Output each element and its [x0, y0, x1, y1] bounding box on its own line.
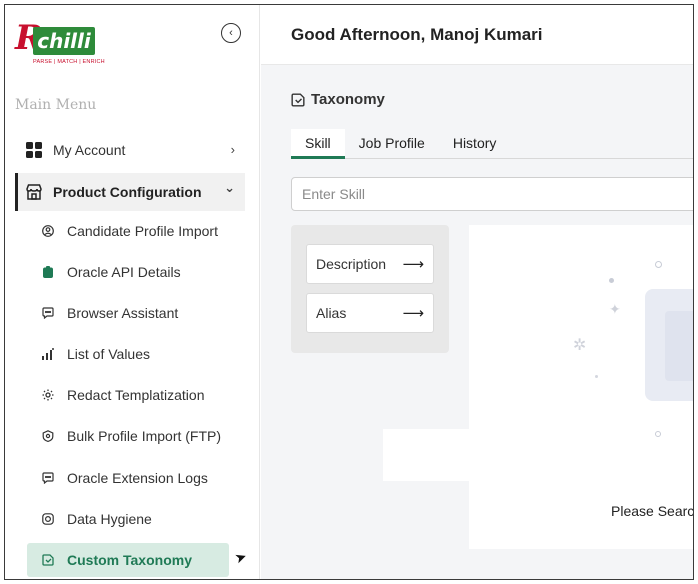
menu-heading: Main Menu — [15, 97, 97, 113]
skill-options-panel: Description ⟶ Alias ⟶ — [291, 225, 449, 353]
sidebar-subitem-data-hygiene[interactable]: Data Hygiene — [27, 502, 229, 536]
logo-word: chilli — [33, 27, 95, 55]
skill-search-input[interactable] — [291, 177, 693, 211]
tab-skill[interactable]: Skill — [291, 129, 345, 159]
grid-icon — [25, 141, 43, 159]
sidebar-subitem-candidate-profile-import[interactable]: Candidate Profile Import — [27, 214, 229, 248]
sidebar-subitem-label: Bulk Profile Import (FTP) — [67, 428, 222, 444]
target-icon — [41, 512, 55, 526]
main-content: Good Afternoon, Manoj Kumari Taxonomy Sk… — [261, 5, 693, 579]
sidebar-subitem-list-of-values[interactable]: List of Values — [27, 337, 229, 371]
gear-icon — [41, 388, 55, 402]
alias-button[interactable]: Alias ⟶ — [306, 293, 434, 333]
sidebar-subitem-label: Redact Templatization — [67, 387, 205, 403]
badge-icon — [41, 429, 55, 443]
sidebar-subitem-bulk-profile-import[interactable]: Bulk Profile Import (FTP) — [27, 419, 229, 453]
arrow-right-icon: ⟶ — [402, 256, 424, 273]
sparkle-icon: ✲ — [573, 337, 587, 354]
white-overlay — [383, 429, 473, 481]
sidebar-subitem-label: Custom Taxonomy — [67, 552, 192, 568]
user-circle-icon — [41, 224, 55, 238]
page-title: Taxonomy — [291, 91, 385, 108]
tab-job-profile[interactable]: Job Profile — [345, 129, 439, 159]
sidebar-subitem-label: Oracle Extension Logs — [67, 470, 208, 486]
sidebar-subitem-label: Oracle API Details — [67, 264, 181, 280]
collapse-sidebar-button[interactable]: ‹ — [221, 23, 241, 43]
sidebar-subitem-redact-templatization[interactable]: Redact Templatization — [27, 378, 229, 412]
tab-history[interactable]: History — [439, 129, 511, 159]
rchilli-logo[interactable]: R chilli PARSE | MATCH | ENRICH — [13, 19, 105, 71]
arrow-right-icon: ⟶ — [402, 305, 424, 322]
taxonomy-icon — [41, 553, 55, 567]
chart-icon — [41, 347, 55, 361]
sidebar-item-my-account[interactable]: My Account › — [15, 131, 245, 169]
sparkle-icon: ✦ — [609, 301, 621, 317]
results-area: ✦ ✲ — [469, 225, 693, 549]
sidebar-subitem-label: List of Values — [67, 346, 151, 362]
sidebar-subitem-label: Browser Assistant — [67, 305, 179, 321]
sidebar-subitem-oracle-api-details[interactable]: Oracle API Details — [27, 255, 229, 289]
mouse-cursor-icon: ➤ — [232, 547, 249, 567]
sidebar-subitem-custom-taxonomy[interactable]: Custom Taxonomy — [27, 543, 229, 577]
sidebar-subitem-browser-assistant[interactable]: Browser Assistant — [27, 296, 229, 330]
clipboard-icon — [41, 265, 55, 279]
chat-icon — [41, 306, 55, 320]
chevron-left-icon: ‹ — [229, 26, 233, 39]
decor-dot — [595, 375, 598, 378]
sidebar: R chilli PARSE | MATCH | ENRICH ‹ Main M… — [5, 5, 260, 579]
sidebar-item-product-configuration[interactable]: Product Configuration ⌄ — [15, 173, 245, 211]
page-title-text: Taxonomy — [311, 91, 385, 108]
logo-tagline: PARSE | MATCH | ENRICH — [33, 59, 105, 65]
chevron-down-icon: ⌄ — [224, 180, 235, 195]
taxonomy-tabs: Skill Job Profile History — [291, 129, 693, 159]
decor-dot — [655, 431, 661, 437]
decor-dot — [655, 261, 662, 268]
sidebar-subitem-label: Data Hygiene — [67, 511, 152, 527]
top-bar: Good Afternoon, Manoj Kumari — [261, 5, 693, 65]
taxonomy-icon — [291, 92, 305, 107]
chat-icon — [41, 471, 55, 485]
sidebar-item-label: My Account — [53, 142, 126, 158]
empty-state-text: Please Search — [611, 503, 694, 519]
decor-dot — [609, 278, 614, 283]
sidebar-item-label: Product Configuration — [53, 184, 202, 200]
chevron-right-icon: › — [230, 142, 235, 157]
greeting-text: Good Afternoon, Manoj Kumari — [291, 25, 543, 44]
store-icon — [25, 183, 43, 201]
description-button-label: Description — [316, 256, 387, 272]
empty-document-inner — [665, 311, 693, 381]
app-window: R chilli PARSE | MATCH | ENRICH ‹ Main M… — [4, 4, 694, 580]
sidebar-subitem-oracle-extension-logs[interactable]: Oracle Extension Logs — [27, 461, 229, 495]
description-button[interactable]: Description ⟶ — [306, 244, 434, 284]
alias-button-label: Alias — [316, 305, 347, 321]
sidebar-subitem-label: Candidate Profile Import — [67, 223, 218, 239]
